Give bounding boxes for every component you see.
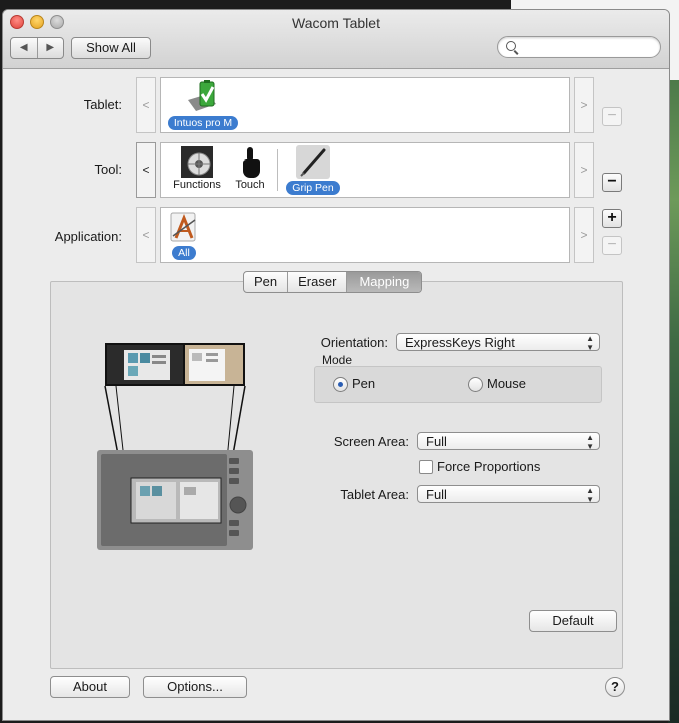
about-button[interactable]: About xyxy=(50,676,130,698)
navigation-segment: ◀ ▶ xyxy=(10,37,64,59)
tool-item-grip-pen[interactable]: Grip Pen xyxy=(281,145,345,195)
popup-arrows-icon: ▲ ▼ xyxy=(586,334,594,352)
forward-button[interactable]: ▶ xyxy=(36,38,64,58)
tool-strip: Functions Touch Grip Pen xyxy=(160,142,570,198)
popup-arrows-icon: ▲ ▼ xyxy=(586,486,594,504)
mode-label: Mode xyxy=(322,353,353,367)
application-label-all: All xyxy=(172,246,196,260)
tablet-area-popup[interactable]: Full ▲ ▼ xyxy=(417,485,600,504)
orientation-label: Orientation: xyxy=(320,335,388,350)
mode-pen-label: Pen xyxy=(352,376,376,391)
application-label: Application: xyxy=(54,229,122,244)
search-field[interactable] xyxy=(497,36,661,58)
back-button[interactable]: ◀ xyxy=(11,38,37,58)
mapping-panel: Orientation: ExpressKeys Right ▲ ▼ Mode P… xyxy=(50,281,623,669)
orientation-value: ExpressKeys Right xyxy=(405,335,515,350)
desktop-background-right xyxy=(668,0,679,723)
default-button[interactable]: Default xyxy=(529,610,617,632)
mode-mouse-label: Mouse xyxy=(487,376,527,391)
tool-prev-button[interactable]: < xyxy=(136,142,156,198)
application-add-button[interactable]: + xyxy=(602,209,622,228)
tablet-remove-button[interactable]: − xyxy=(602,107,622,126)
tablet-device-label: Intuos pro M xyxy=(167,116,239,130)
tablet-prev-button[interactable]: < xyxy=(136,77,156,133)
tool-label: Tool: xyxy=(94,162,122,177)
tool-item-functions[interactable]: Functions xyxy=(167,145,227,191)
title-bar: Wacom Tablet ◀ ▶ Show All xyxy=(3,10,669,69)
grip-pen-icon xyxy=(296,145,330,179)
tool-next-button[interactable]: > xyxy=(574,142,594,198)
intuos-tablet-icon xyxy=(186,80,220,114)
tool-item-touch[interactable]: Touch xyxy=(229,145,271,191)
mode-pen-radio[interactable] xyxy=(333,377,348,392)
tablet-strip: Intuos pro M xyxy=(160,77,570,133)
orientation-popup[interactable]: ExpressKeys Right ▲ ▼ xyxy=(396,333,600,352)
show-all-button[interactable]: Show All xyxy=(71,37,151,59)
tablet-area-label: Tablet Area: xyxy=(340,487,409,502)
options-button[interactable]: Options... xyxy=(143,676,247,698)
touch-hand-icon xyxy=(233,145,267,179)
force-proportions-checkbox[interactable] xyxy=(419,460,433,474)
mode-mouse-radio[interactable] xyxy=(468,377,483,392)
tab-mapping[interactable]: Mapping xyxy=(346,272,422,292)
popup-arrows-icon: ▲ ▼ xyxy=(586,433,594,451)
application-next-button[interactable]: > xyxy=(574,207,594,263)
application-strip: All xyxy=(160,207,570,263)
screen-area-popup[interactable]: Full ▲ ▼ xyxy=(417,432,600,451)
tool-label-grip-pen: Grip Pen xyxy=(286,181,340,195)
tool-label-touch: Touch xyxy=(235,179,265,191)
tablet-next-button[interactable]: > xyxy=(574,77,594,133)
wacom-tablet-window: Wacom Tablet ◀ ▶ Show All Tablet: < Intu… xyxy=(3,10,669,720)
window-title: Wacom Tablet xyxy=(292,15,380,31)
tablet-label: Tablet: xyxy=(83,97,122,112)
force-proportions-label: Force Proportions xyxy=(437,459,541,474)
tablet-area-value: Full xyxy=(426,487,447,502)
mapping-illustration xyxy=(97,343,253,550)
application-item-all[interactable]: All xyxy=(165,210,203,260)
functions-icon xyxy=(180,145,214,179)
mode-group: Pen Mouse xyxy=(314,366,602,403)
settings-tabs: Pen Eraser Mapping xyxy=(243,271,423,293)
all-applications-icon xyxy=(167,210,201,244)
search-icon xyxy=(506,41,516,51)
screen-area-label: Screen Area: xyxy=(333,434,409,449)
help-button[interactable]: ? xyxy=(605,677,625,697)
screen-area-value: Full xyxy=(426,434,447,449)
tab-pen[interactable]: Pen xyxy=(244,272,287,292)
tool-divider xyxy=(277,149,278,191)
tab-eraser[interactable]: Eraser xyxy=(287,272,346,292)
tablet-device-item[interactable]: Intuos pro M xyxy=(165,80,241,130)
tool-remove-button[interactable]: − xyxy=(602,173,622,192)
application-remove-button[interactable]: − xyxy=(602,236,622,255)
tool-label-functions: Functions xyxy=(173,179,221,191)
application-prev-button[interactable]: < xyxy=(136,207,156,263)
